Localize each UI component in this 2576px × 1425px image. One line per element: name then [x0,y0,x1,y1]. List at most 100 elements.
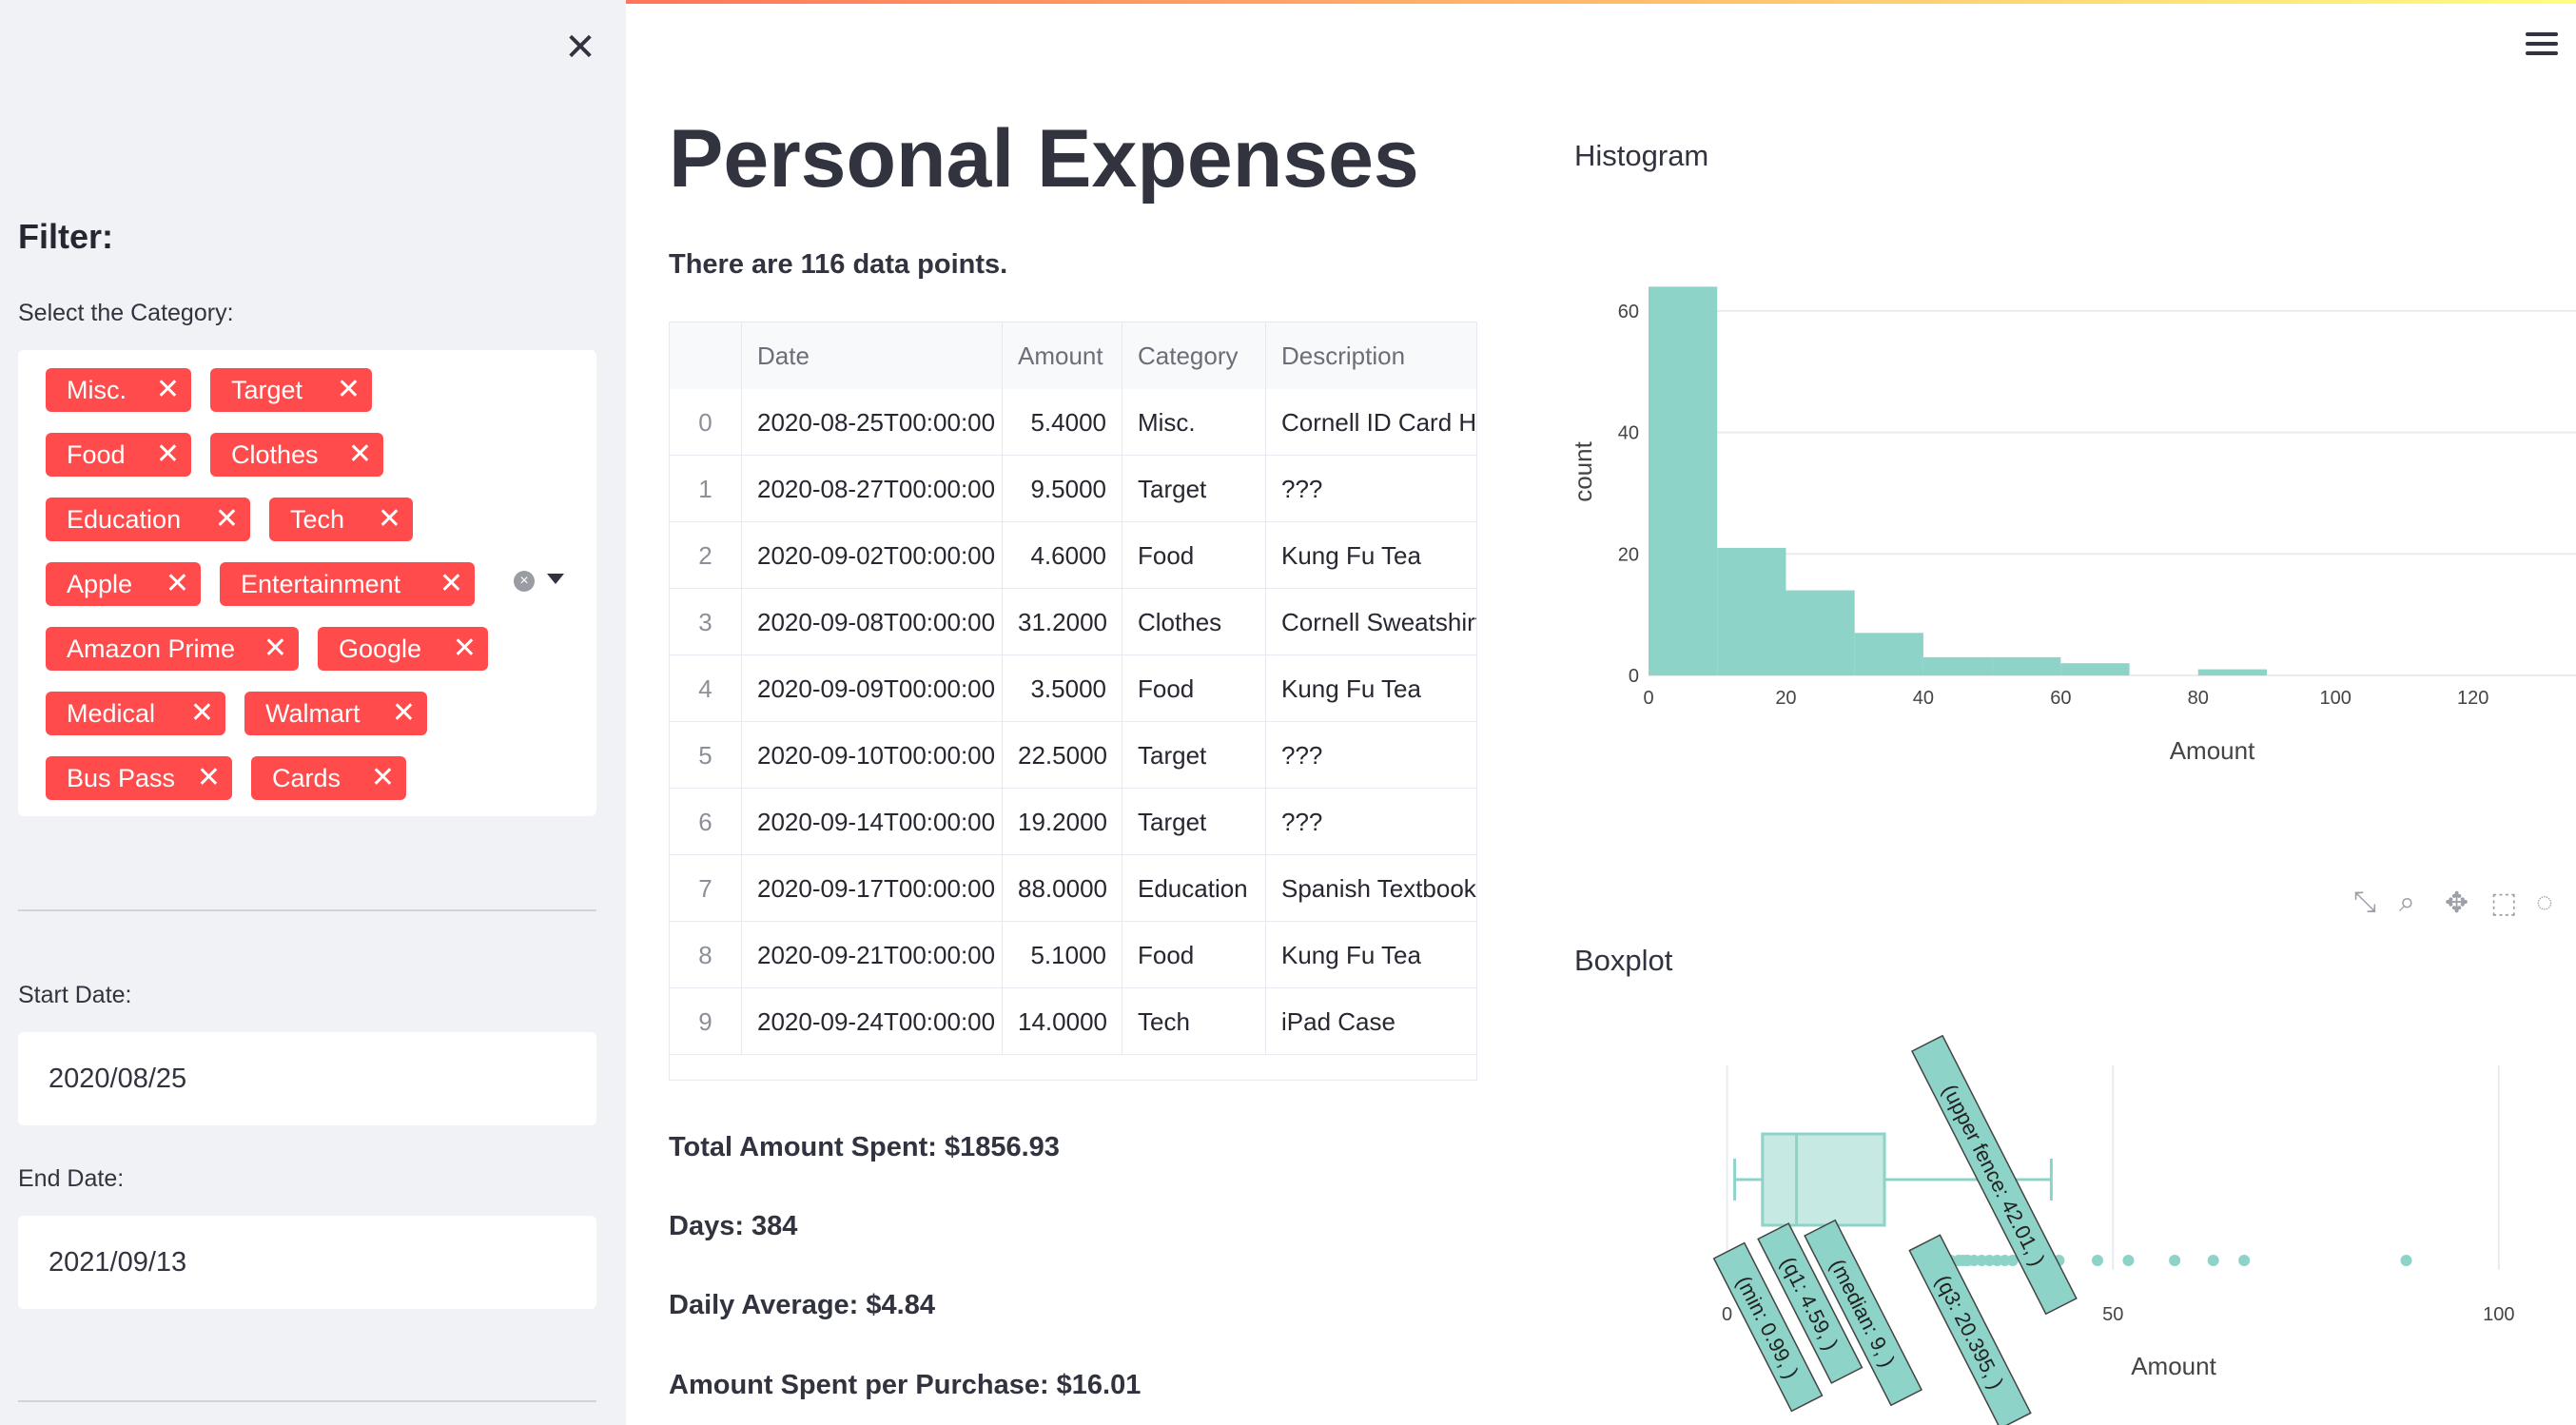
table-row[interactable]: 3 2020-09-08T00:00:00 31.2000 Clothes Cornel… [670,589,1476,655]
lasso-icon[interactable]: ◌ [2536,887,2553,919]
filter-heading: Filter: [18,217,114,256]
remove-tag-icon[interactable]: ✕ [197,756,221,800]
boxplot-box [1761,1132,1886,1227]
column-header[interactable] [670,322,742,389]
histogram-bar [1786,590,1855,675]
table-cell: Target [1122,789,1266,855]
table-cell: 4 [670,655,742,722]
category-tag[interactable]: Target ✕ [210,368,372,412]
table-row[interactable]: 6 2020-09-14T00:00:00 19.2000 Target??? [670,789,1476,855]
category-tag[interactable]: Entertainment ✕ [220,562,475,606]
histogram-bar [1922,656,1993,675]
boxplot-outlier-point [2400,1255,2412,1266]
histogram-chart[interactable]: 0 20 40 60 0 20 40 60 80 100 120 Amount count [1560,190,2576,799]
start-date-input[interactable]: 2020/08/25 [18,1032,596,1125]
table-row[interactable]: 8 2020-09-21T00:00:00 5.1000 Food Kung Fu Te… [670,922,1476,988]
table-cell: ??? [1266,456,1476,522]
daily-average-text: Daily Average: $4.84 [669,1290,935,1320]
category-multiselect[interactable]: × Misc. ✕ Target ✕ Food ✕ Clothes ✕ Education ✕ Te… [18,350,596,816]
remove-tag-icon[interactable]: ✕ [215,498,239,541]
boxplot-x-tick-label: 0 [1722,1304,1732,1325]
remove-tag-icon[interactable]: ✕ [190,692,214,735]
category-tag[interactable]: Medical ✕ [46,692,225,735]
boxplot-x-tick-label: 50 [2102,1304,2123,1325]
table-cell: 2020-09-24T00:00:00 [742,988,1003,1055]
histogram-y-axis-label: count [1569,440,1597,501]
remove-tag-icon[interactable]: ✕ [156,433,180,477]
table-row[interactable]: 4 2020-09-09T00:00:00 3.5000 Food Kung Fu Te… [670,655,1476,722]
category-tag[interactable]: Education ✕ [46,498,250,541]
table-cell: 3 [670,589,742,655]
category-tag[interactable]: Amazon Prime ✕ [46,627,299,671]
remove-tag-icon[interactable]: ✕ [453,627,477,671]
category-tag-label: Bus Pass [67,764,176,792]
remove-tag-icon[interactable]: ✕ [156,368,180,412]
remove-tag-icon[interactable]: ✕ [371,756,395,800]
category-tag-label: Education [67,505,182,534]
boxplot-outlier-point [2122,1255,2135,1266]
table-row[interactable]: 1 2020-08-27T00:00:00 9.5000 Target??? [670,456,1476,522]
histogram-bar [1649,286,1718,675]
category-tag[interactable]: Tech ✕ [269,498,413,541]
category-tag[interactable]: Apple ✕ [46,562,201,606]
table-cell: 4.6000 [1003,522,1122,589]
table-row[interactable]: 0 2020-08-25T00:00:00 5.4000 Misc. Cornell I… [670,389,1476,456]
boxplot-chart[interactable]: 0 50 100(min: 0.99, )(q1: 4.59, )(median: … [1560,999,2576,1425]
table-cell: iPad Case [1266,988,1476,1055]
category-tag[interactable]: Clothes ✕ [210,433,383,477]
hamburger-menu-icon[interactable] [2526,32,2558,61]
expenses-table[interactable]: Date Amount Category Description 0 2020-08-25… [669,322,1477,1081]
autoscale-icon[interactable]: ⤡ [2353,887,2376,919]
remove-tag-icon[interactable]: ✕ [166,562,189,606]
per-purchase-text: Amount Spent per Purchase: $16.01 [669,1370,1142,1400]
remove-tag-icon[interactable]: ✕ [337,368,361,412]
category-tag[interactable]: Food ✕ [46,433,191,477]
column-header[interactable]: Description [1266,322,1476,389]
remove-tag-icon[interactable]: ✕ [392,692,416,735]
table-cell: Cornell Sweatshirt [1266,589,1476,655]
histogram-bar [2197,669,2267,675]
remove-tag-icon[interactable]: ✕ [263,627,287,671]
boxplot-outlier-point [2169,1255,2181,1266]
column-header[interactable]: Amount [1003,322,1122,389]
category-tag-label: Amazon Prime [67,634,236,663]
chart-modebar[interactable]: ⤡ ⌕ ✥ ⬚ ◌ [2353,887,2576,934]
table-cell: 14.0000 [1003,988,1122,1055]
category-tag-label: Target [231,376,303,404]
clear-all-icon[interactable]: × [514,571,535,592]
pan-icon[interactable]: ✥ [2445,887,2469,920]
category-tag[interactable]: Bus Pass ✕ [46,756,232,800]
table-cell: 8 [670,922,742,988]
category-tag[interactable]: Walmart ✕ [244,692,427,735]
category-tag-label: Misc. [67,376,127,404]
remove-tag-icon[interactable]: ✕ [348,433,372,477]
histogram-y-tick-label: 20 [1618,544,1639,565]
table-row[interactable]: 7 2020-09-17T00:00:00 88.0000 Education Span… [670,855,1476,922]
category-tag[interactable]: Misc. ✕ [46,368,191,412]
divider [18,909,596,911]
category-tag-label: Google [339,634,422,663]
column-header[interactable]: Date [742,322,1003,389]
column-header[interactable]: Category [1122,322,1266,389]
end-date-input[interactable]: 2021/09/13 [18,1216,596,1309]
box-select-icon[interactable]: ⬚ [2490,887,2517,920]
table-cell: 2020-09-14T00:00:00 [742,789,1003,855]
chevron-down-icon[interactable] [547,574,564,584]
remove-tag-icon[interactable]: ✕ [439,562,463,606]
table-row[interactable]: 2 2020-09-02T00:00:00 4.6000 Food Kung Fu Te… [670,522,1476,589]
table-cell: Food [1122,522,1266,589]
table-row[interactable]: 9 2020-09-24T00:00:00 14.0000 Tech iPad Case [670,988,1476,1055]
table-cell: ??? [1266,789,1476,855]
histogram-x-tick-label: 20 [1775,688,1796,709]
table-cell: 2020-08-25T00:00:00 [742,389,1003,456]
close-icon[interactable]: ✕ [561,29,599,67]
table-cell: 2020-08-27T00:00:00 [742,456,1003,522]
category-tag[interactable]: Cards ✕ [251,756,406,800]
zoom-icon[interactable]: ⌕ [2399,887,2415,919]
remove-tag-icon[interactable]: ✕ [378,498,401,541]
category-label: Select the Category: [18,300,234,326]
boxplot-x-tick-label: 100 [2483,1304,2514,1325]
table-row[interactable]: 5 2020-09-10T00:00:00 22.5000 Target??? [670,722,1476,789]
category-tag[interactable]: Google ✕ [318,627,488,671]
table-cell: 0 [670,389,742,456]
